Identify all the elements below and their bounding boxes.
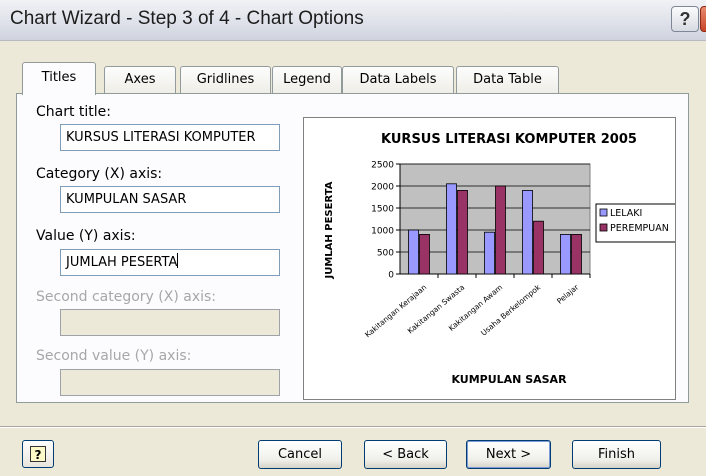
chart-svg: KURSUS LITERASI KOMPUTER 2005 0 500 1000 150… — [324, 132, 687, 386]
tab-axes[interactable]: Axes — [104, 66, 176, 94]
help-question-icon: ? — [30, 446, 46, 462]
tab-data-labels[interactable]: Data Labels — [342, 66, 454, 94]
legend-swatch — [599, 208, 608, 217]
y-axis-title: JUMLAH PESERTA — [324, 181, 335, 279]
category-x-field[interactable]: KUMPULAN SASAR — [60, 186, 280, 213]
text-caret — [177, 253, 179, 268]
bar-perempuan — [419, 234, 430, 275]
bar-perempuan — [457, 190, 468, 275]
x-tick-label: Kakitangan Kerajaan — [363, 282, 428, 339]
tab-titles-label: Titles — [41, 70, 77, 85]
chart-title: KURSUS LITERASI KOMPUTER 2005 — [381, 132, 637, 147]
cancel-button[interactable]: Cancel — [258, 440, 342, 469]
bar-perempuan — [571, 234, 582, 275]
legend-swatch — [599, 223, 608, 232]
second-category-field — [60, 309, 280, 336]
legend-label: PEREMPUAN — [610, 223, 669, 234]
y-tick-label: 0 — [388, 271, 394, 281]
chart-preview: KURSUS LITERASI KOMPUTER 2005 0 500 1000 150… — [303, 117, 687, 400]
y-tick-label: 1500 — [371, 205, 394, 215]
tab-axes-label: Axes — [124, 72, 156, 87]
bar-lelaki — [484, 231, 495, 275]
tab-data-table[interactable]: Data Table — [456, 66, 559, 94]
tab-gridlines-label: Gridlines — [196, 72, 255, 87]
second-value-label: Second value (Y) axis: — [36, 348, 192, 364]
bar-lelaki — [446, 183, 457, 275]
y-tick-label: 500 — [377, 249, 394, 259]
y-tick-label: 2000 — [371, 183, 394, 193]
close-icon[interactable]: X — [700, 6, 706, 32]
y-tick-label: 1000 — [371, 227, 394, 237]
bar-lelaki — [560, 234, 571, 275]
title-bar: Chart Wizard - Step 3 of 4 - Chart Optio… — [0, 0, 706, 41]
chart-title-label: Chart title: — [36, 104, 112, 120]
tab-data-labels-label: Data Labels — [359, 72, 437, 87]
finish-button[interactable]: Finish — [572, 440, 661, 469]
value-y-text: JUMLAH PESERTA — [66, 255, 178, 270]
window-title: Chart Wizard - Step 3 of 4 - Chart Optio… — [10, 8, 364, 29]
second-category-label: Second category (X) axis: — [36, 289, 217, 305]
next-button[interactable]: Next > — [466, 440, 551, 469]
svg-text:?: ? — [35, 448, 42, 462]
tab-gridlines[interactable]: Gridlines — [180, 66, 271, 94]
tab-legend[interactable]: Legend — [272, 66, 342, 94]
bar-lelaki — [522, 190, 533, 275]
chart-title-field[interactable]: KURSUS LITERASI KOMPUTER — [60, 124, 280, 151]
back-button[interactable]: < Back — [364, 440, 447, 469]
x-tick-label: Pelajar — [555, 282, 581, 306]
y-tick-label: 2500 — [371, 161, 394, 171]
bar-lelaki — [408, 229, 419, 275]
x-axis-title: KUMPULAN SASAR — [451, 373, 567, 386]
second-value-field — [60, 369, 280, 396]
help-button[interactable]: ? — [22, 440, 54, 468]
bar-perempuan — [495, 185, 506, 275]
category-x-label: Category (X) axis: — [36, 166, 163, 182]
tab-data-table-label: Data Table — [473, 72, 542, 87]
value-y-label: Value (Y) axis: — [36, 228, 136, 244]
help-icon[interactable]: ? — [671, 6, 699, 32]
tab-titles[interactable]: Titles — [22, 62, 96, 95]
tab-legend-label: Legend — [283, 72, 331, 87]
legend-label: LELAKI — [610, 208, 642, 219]
bar-perempuan — [533, 220, 544, 275]
button-separator — [0, 426, 706, 428]
value-y-field[interactable]: JUMLAH PESERTA — [60, 249, 280, 276]
